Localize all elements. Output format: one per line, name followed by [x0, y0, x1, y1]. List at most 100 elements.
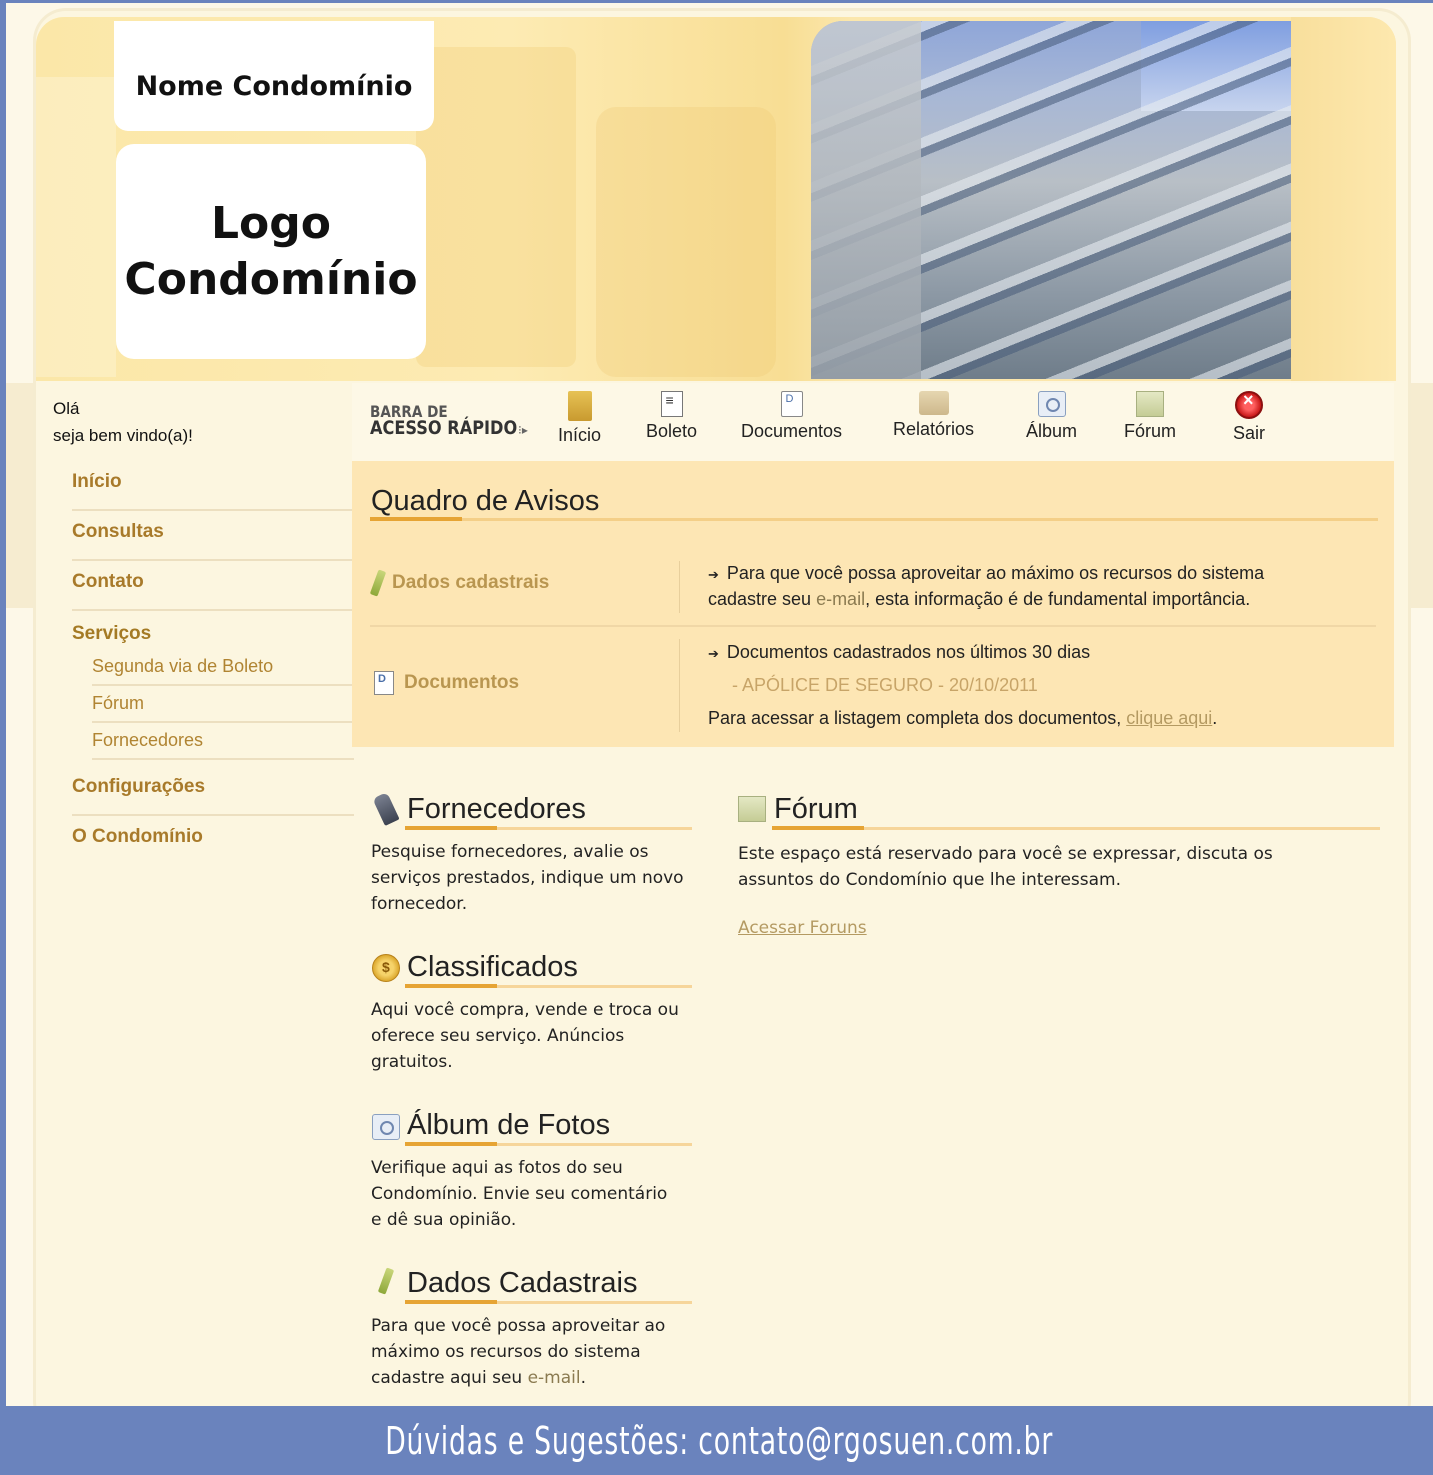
- header-decoration: [416, 47, 576, 367]
- fornecedores-title[interactable]: Fornecedores: [407, 793, 586, 826]
- sidebar-nav: Início Consultas Contato Serviços Segund…: [52, 461, 354, 866]
- quick-documentos-label: Documentos: [741, 421, 843, 441]
- forum-text-line: assuntos do Condomínio que lhe interessa…: [738, 870, 1122, 890]
- notice-documentos-label: Documentos: [404, 672, 520, 694]
- quick-forum-label: Fórum: [1124, 421, 1177, 441]
- sidebar-item-consultas[interactable]: Consultas: [72, 511, 354, 561]
- section-underline-accent: [405, 1142, 497, 1146]
- album-text-line: Condomínio. Envie seu comentário: [371, 1184, 668, 1204]
- quick-sair-button[interactable]: Sair: [1233, 390, 1266, 444]
- email-link[interactable]: e-mail: [528, 1368, 581, 1388]
- quick-boleto-button[interactable]: Boleto: [646, 391, 697, 442]
- notice-row1-text1: ➔ Para que você possa aproveitar ao máxim…: [708, 563, 1264, 584]
- sidebar-subitem-forum[interactable]: Fórum: [92, 686, 354, 723]
- forum-text-line: Este espaço está reservado para você se …: [738, 844, 1273, 864]
- notice-row2-text3: Para acessar a listagem completa dos doc…: [708, 708, 1217, 729]
- home-icon: [567, 391, 592, 421]
- notice-row1-text1-content: Para que você possa aproveitar ao máximo…: [726, 563, 1265, 583]
- dados-cadastrais-description: Para que você possa aproveitar ao máximo…: [371, 1313, 665, 1391]
- forum-title[interactable]: Fórum: [774, 793, 858, 826]
- sidebar-item-inicio[interactable]: Início: [72, 461, 354, 511]
- arrow-icon: ➔: [708, 567, 719, 582]
- section-underline-accent: [405, 1300, 497, 1304]
- sidebar-item-configuracoes[interactable]: Configurações: [72, 766, 354, 816]
- dados-text-post: .: [580, 1368, 587, 1388]
- sidebar: Olá seja bem vindo(a)! Início Consultas …: [52, 395, 354, 866]
- notice-row2-text3-post: .: [1212, 708, 1218, 728]
- camera-icon: [1037, 391, 1066, 417]
- quick-relatorios-button[interactable]: Relatórios: [893, 391, 974, 440]
- album-description: Verifique aqui as fotos do seu Condomíni…: [371, 1155, 667, 1233]
- header-decoration: [596, 107, 776, 377]
- title-underline-accent: [370, 517, 462, 521]
- notice-row-divider: [370, 625, 1376, 627]
- dados-text-line: máximo os recursos do sistema: [371, 1342, 641, 1362]
- quick-sair-label: Sair: [1233, 423, 1266, 443]
- quick-inicio-label: Início: [558, 425, 602, 445]
- divider: [679, 639, 680, 732]
- side-band-left: [6, 383, 36, 608]
- quick-inicio-button[interactable]: Início: [558, 391, 601, 446]
- coin-icon: [372, 954, 400, 982]
- section-underline-accent: [772, 826, 864, 830]
- logo-box[interactable]: Logo Condomínio: [116, 144, 426, 359]
- forum-description: Este espaço está reservado para você se …: [738, 841, 1273, 893]
- fornecedores-text-line: fornecedor.: [371, 894, 468, 914]
- classificados-text-line: gratuitos.: [371, 1052, 453, 1072]
- document-item-apolice[interactable]: - APÓLICE DE SEGURO - 20/10/2011: [732, 675, 1038, 696]
- notice-board-title: Quadro de Avisos: [371, 485, 600, 517]
- dados-text-line: Para que você possa aproveitar ao: [371, 1316, 666, 1336]
- quick-documentos-button[interactable]: Documentos: [741, 391, 842, 442]
- email-link[interactable]: e-mail: [816, 589, 865, 609]
- greeting-line1: Olá: [53, 399, 80, 418]
- album-title[interactable]: Álbum de Fotos: [407, 1109, 610, 1142]
- forum-icon: [1136, 391, 1164, 417]
- forum-icon: [738, 796, 766, 822]
- notice-row2-text1: ➔ Documentos cadastrados nos últimos 30 d…: [708, 642, 1090, 663]
- notice-row1-text2-post: , esta informação é de fundamental impor…: [865, 589, 1251, 609]
- notice-row2-text1-content: Documentos cadastrados nos últimos 30 di…: [726, 642, 1091, 662]
- quick-album-label: Álbum: [1026, 421, 1078, 441]
- quick-access-bar: BARRA DE ACESSO RÁPIDO ⁝▸ Início Boleto …: [352, 383, 1394, 461]
- notice-dados-cadastrais-label: Dados cadastrais: [392, 572, 550, 594]
- fornecedores-text-line: Pesquise fornecedores, avalie os: [371, 842, 649, 862]
- condo-name: Nome Condomínio: [135, 70, 413, 102]
- logo-text: Logo Condomínio: [124, 197, 418, 305]
- acessar-foruns-link[interactable]: Acessar Foruns: [738, 918, 867, 938]
- notice-row1-text2-pre: cadastre seu: [708, 589, 817, 609]
- notice-board: Quadro de Avisos Dados cadastrais ➔ Para …: [352, 461, 1394, 747]
- notice-row2-text3-pre: Para acessar a listagem completa dos doc…: [708, 708, 1127, 728]
- quick-forum-button[interactable]: Fórum: [1124, 391, 1176, 442]
- sidebar-subitem-fornecedores[interactable]: Fornecedores: [92, 723, 354, 760]
- quick-boleto-label: Boleto: [646, 421, 698, 441]
- sidebar-group-servicos[interactable]: Serviços: [72, 611, 354, 645]
- quick-access-arrow-icon: ⁝▸: [518, 423, 528, 437]
- classificados-description: Aqui você compra, vende e troca ou ofere…: [371, 997, 679, 1075]
- document-icon: [374, 671, 394, 695]
- classificados-title[interactable]: Classificados: [407, 951, 578, 984]
- photo-wall: [811, 21, 921, 379]
- exit-icon: [1235, 390, 1263, 419]
- quick-album-button[interactable]: Álbum: [1026, 391, 1077, 442]
- notice-dados-cadastrais-link[interactable]: Dados cadastrais: [369, 569, 550, 597]
- header-right-strip: [1291, 17, 1396, 381]
- greeting-line2: seja bem vindo(a)!: [53, 426, 193, 445]
- clique-aqui-link[interactable]: clique aqui: [1126, 708, 1212, 728]
- header-banner: Nome Condomínio Logo Condomínio: [36, 17, 1396, 381]
- section-underline-accent: [405, 826, 497, 830]
- title-underline: [370, 518, 1378, 521]
- sidebar-item-contato[interactable]: Contato: [72, 561, 354, 611]
- divider: [679, 561, 680, 613]
- condo-name-box: Nome Condomínio: [114, 21, 434, 131]
- sidebar-subitem-boleto[interactable]: Segunda via de Boleto: [92, 649, 354, 686]
- camera-icon: [372, 1114, 400, 1140]
- notice-documentos-link[interactable]: Documentos: [374, 671, 519, 695]
- dados-cadastrais-title[interactable]: Dados Cadastrais: [407, 1267, 638, 1300]
- folder-icon: [918, 391, 949, 415]
- notice-row1-text2: cadastre seu e-mail, esta informação é d…: [708, 589, 1250, 610]
- classificados-text-line: Aqui você compra, vende e troca ou: [371, 1000, 679, 1020]
- sidebar-item-o-condominio[interactable]: O Condomínio: [72, 816, 354, 866]
- footer-contact-text: Dúvidas e Sugestões: contato@rgosuen.com…: [385, 1418, 1054, 1463]
- dados-text-pre: cadastre aqui seu: [371, 1368, 528, 1388]
- quick-access-label: BARRA DE ACESSO RÁPIDO: [370, 403, 517, 438]
